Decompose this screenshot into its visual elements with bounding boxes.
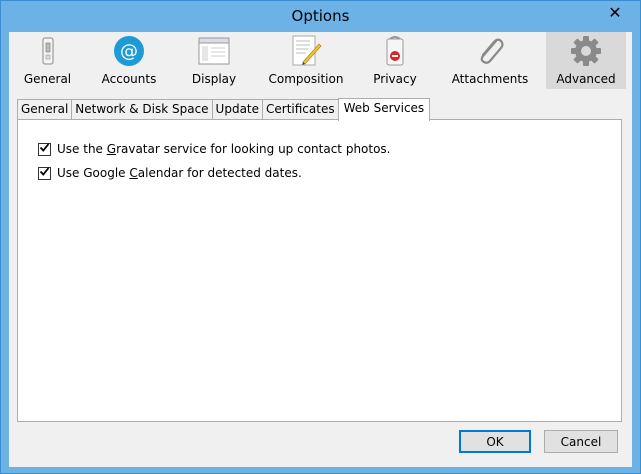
switch-icon — [32, 35, 64, 67]
options-window: Options ✕ General @ Accounts Display Com… — [0, 0, 641, 474]
tab-general[interactable]: General — [17, 99, 73, 120]
google-calendar-label: Use Google Calendar for detected dates. — [57, 166, 302, 180]
tab-certificates[interactable]: Certificates — [262, 99, 339, 120]
close-icon: ✕ — [608, 2, 622, 22]
dialog-content: General @ Accounts Display Composition P… — [9, 32, 632, 467]
gear-icon — [570, 35, 602, 67]
category-general[interactable]: General — [9, 32, 86, 89]
window-title: Options — [291, 7, 350, 25]
tab-web-services[interactable]: Web Services — [337, 98, 431, 121]
category-label: Privacy — [373, 72, 417, 86]
close-button[interactable]: ✕ — [595, 1, 635, 23]
paperclip-icon — [474, 35, 506, 67]
at-sign-icon: @ — [113, 35, 145, 67]
title-bar[interactable]: Options ✕ — [1, 1, 640, 32]
google-calendar-checkbox[interactable] — [38, 166, 51, 180]
gravatar-option[interactable]: Use the Gravatar service for looking up … — [38, 142, 391, 156]
category-label: Advanced — [556, 72, 616, 86]
tab-update[interactable]: Update — [211, 99, 264, 120]
category-composition[interactable]: Composition — [256, 32, 356, 89]
category-attachments[interactable]: Attachments — [434, 32, 546, 89]
privacy-tag-icon — [379, 35, 411, 67]
ok-button[interactable]: OK — [459, 430, 531, 453]
svg-text:@: @ — [120, 41, 138, 62]
category-label: Display — [191, 72, 237, 86]
category-label: Accounts — [101, 72, 157, 86]
google-calendar-option[interactable]: Use Google Calendar for detected dates. — [38, 166, 302, 180]
tab-strip: General Network & Disk Space Update Cert… — [17, 98, 431, 121]
category-label: General — [23, 72, 72, 86]
category-advanced[interactable]: Advanced — [546, 32, 626, 89]
gravatar-checkbox[interactable] — [38, 142, 51, 156]
category-label: Composition — [268, 72, 344, 86]
checkmark-icon — [39, 142, 50, 156]
tab-network-disk-space[interactable]: Network & Disk Space — [71, 99, 213, 120]
compose-pencil-icon — [290, 35, 322, 67]
category-toolbar: General @ Accounts Display Composition P… — [9, 32, 632, 89]
display-window-icon — [198, 35, 230, 67]
category-label: Attachments — [451, 72, 529, 86]
category-privacy[interactable]: Privacy — [356, 32, 434, 89]
checkmark-icon — [39, 166, 50, 180]
gravatar-label: Use the Gravatar service for looking up … — [57, 142, 391, 156]
category-display[interactable]: Display — [172, 32, 256, 89]
cancel-button[interactable]: Cancel — [544, 430, 618, 453]
category-accounts[interactable]: @ Accounts — [86, 32, 172, 89]
web-services-panel: Use the Gravatar service for looking up … — [17, 119, 622, 422]
